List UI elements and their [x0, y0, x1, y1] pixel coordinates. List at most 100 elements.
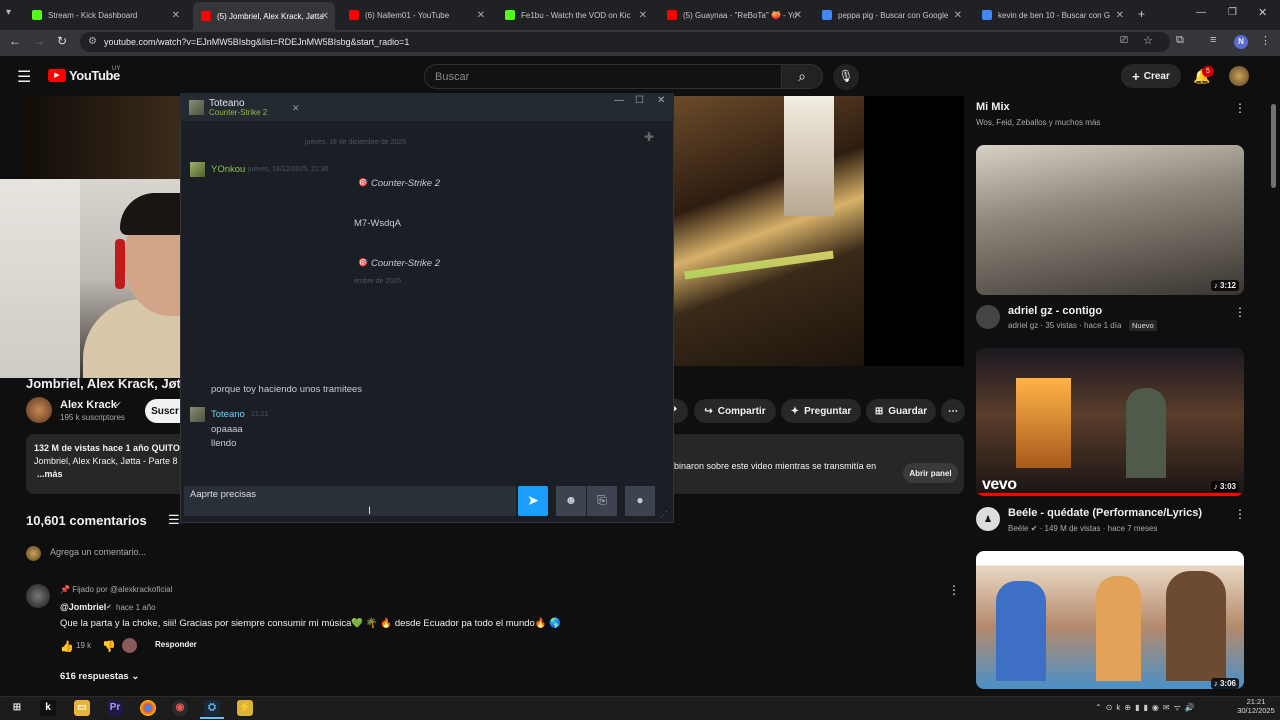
tab-search-icon[interactable]: ▾ [6, 7, 22, 23]
video-thumbnail[interactable]: ♪ 3:12 [976, 145, 1244, 295]
bookmark-star-icon[interactable]: ☆ [1143, 34, 1153, 47]
author-avatar[interactable] [190, 407, 205, 422]
steam-icon[interactable]: ⛭ [204, 700, 220, 716]
replies-toggle[interactable]: 616 respuestas ⌄ [60, 671, 139, 682]
share-button[interactable]: ↪ Compartir [694, 399, 776, 423]
video-title[interactable]: Beéle - quédate (Performance/Lyrics) [1008, 507, 1202, 519]
system-tray-icons[interactable]: ⌃⊙k⊕▮▮◉✉ᯤ🔊 [1095, 702, 1199, 713]
attach-button[interactable]: ⎘ [587, 486, 617, 516]
open-panel-button[interactable]: Abrir panel [903, 463, 958, 483]
verified-icon: ✔ [115, 400, 122, 409]
comment-author-avatar[interactable] [26, 584, 50, 608]
friend-avatar[interactable] [190, 162, 205, 177]
video-thumbnail[interactable]: vevo ♪ 3:03 [976, 348, 1244, 496]
more-actions-button[interactable]: ⋯ [941, 399, 965, 423]
create-button[interactable]: + Crear [1121, 64, 1181, 88]
sort-comments-icon[interactable]: ☰ [168, 512, 180, 528]
plus-icon: + [1132, 68, 1140, 84]
browser-tab[interactable]: (5) Jombriel, Alex Krack, Jøtta - ✕ [193, 2, 335, 30]
browser-tab[interactable]: (6) Nallem01 - YouTube ✕ [341, 4, 491, 26]
forward-icon[interactable]: → [33, 34, 45, 48]
close-tab-icon[interactable]: ✕ [477, 10, 485, 21]
browser-menu-icon[interactable]: ⋮ [1260, 34, 1271, 47]
friend-name[interactable]: YOnkou [211, 164, 245, 175]
channel-avatar[interactable] [976, 305, 1000, 329]
address-bar[interactable]: ⚙ youtube.com/watch?v=EJnMW5BIsbg&list=R… [80, 32, 1170, 52]
chat-message-input[interactable]: Aaprte precisas [184, 486, 516, 516]
mix-title[interactable]: Mi Mix [976, 101, 1010, 113]
subscribe-button[interactable]: Suscr [145, 399, 185, 423]
maximize-icon[interactable]: ❐ [1228, 7, 1237, 18]
contact-avatar[interactable] [189, 100, 204, 115]
clock[interactable]: 21:21 30/12/2025 [1236, 697, 1276, 715]
video-thumbnail[interactable]: ♪ 3:06 [976, 551, 1244, 689]
comment-author[interactable]: @Jombriel [60, 602, 106, 612]
ask-button[interactable]: ✦ Preguntar [781, 399, 861, 423]
browser-tab[interactable]: (5) Guaynaa - "ReBoTa" 🍑 - Yo ✕ [659, 4, 808, 26]
video-title[interactable]: adriel gz - contigo [1008, 305, 1102, 317]
close-tab-icon[interactable]: ✕ [639, 10, 647, 21]
close-tab-icon[interactable]: ✕ [954, 10, 962, 21]
file-explorer-icon[interactable]: ▭ [74, 700, 90, 716]
video-channel[interactable]: Beéle [1008, 524, 1028, 533]
menu-icon[interactable]: ☰ [17, 67, 31, 87]
message-author[interactable]: Toteano [211, 409, 245, 420]
cast-icon[interactable]: ⎚ [1120, 35, 1128, 46]
send-message-button[interactable]: ➤ [518, 486, 548, 516]
channel-avatar[interactable] [26, 397, 52, 423]
obs-icon[interactable]: ◉ [172, 700, 188, 716]
show-more-link[interactable]: ...más [37, 469, 63, 479]
chat-close-icon[interactable]: ✕ [657, 95, 665, 106]
like-icon[interactable]: 👍 [60, 640, 74, 653]
emoticon-button[interactable]: ☻ [556, 486, 586, 516]
youtube-logo-icon[interactable]: ▶ [48, 69, 66, 82]
browser-tab[interactable]: Fe1bu - Watch the VOD on Kic ✕ [497, 4, 653, 26]
mix-options-icon[interactable]: ⋮ [1234, 101, 1246, 115]
video-options-icon[interactable]: ⋮ [1234, 507, 1246, 521]
profile-avatar[interactable]: N [1234, 35, 1248, 49]
video-options-icon[interactable]: ⋮ [1234, 305, 1246, 319]
kick-app-icon[interactable]: k [40, 700, 56, 716]
video-channel[interactable]: adriel gz [1008, 321, 1038, 330]
app-icon[interactable]: ⚡ [237, 700, 253, 716]
reload-icon[interactable]: ↻ [57, 34, 67, 48]
close-tab-icon[interactable]: ✕ [172, 10, 180, 21]
chrome-icon[interactable] [140, 700, 156, 716]
browser-tab[interactable]: kevin de ben 10 - Buscar con G ✕ [974, 4, 1130, 26]
chat-minimize-icon[interactable]: — [614, 95, 624, 106]
browser-tab[interactable]: Stream - Kick Dashboard ✕ [24, 4, 186, 26]
close-tab-icon[interactable]: ✕ [794, 10, 802, 21]
search-input[interactable]: Buscar [424, 64, 782, 89]
voice-search-icon[interactable]: 🎙 [833, 64, 859, 90]
search-icon[interactable]: ⌕ [781, 64, 823, 89]
game-invite-2[interactable]: Counter-Strike 2 [371, 258, 440, 269]
close-chat-tab-icon[interactable]: ✕ [292, 103, 300, 114]
game-invite-1[interactable]: Counter-Strike 2 [371, 178, 440, 189]
close-window-icon[interactable]: ✕ [1258, 6, 1267, 19]
save-button[interactable]: ⊞ Guardar [866, 399, 936, 423]
chat-maximize-icon[interactable]: ☐ [635, 95, 644, 106]
close-tab-icon[interactable]: ✕ [1116, 10, 1124, 21]
channel-avatar[interactable]: ♟ [976, 507, 1000, 531]
new-tab-icon[interactable]: + [1138, 7, 1145, 21]
voice-button[interactable]: ● [625, 486, 655, 516]
dislike-icon[interactable]: 👎 [102, 640, 116, 653]
page-scrollbar[interactable] [1271, 104, 1276, 188]
site-info-icon[interactable]: ⚙ [88, 36, 97, 47]
comment-options-icon[interactable]: ⋮ [948, 583, 960, 597]
back-icon[interactable]: ← [9, 34, 21, 48]
account-avatar[interactable] [1229, 66, 1249, 86]
close-tab-icon[interactable]: ✕ [321, 11, 329, 22]
extensions-icon[interactable]: ⧉ [1176, 34, 1184, 47]
resize-grip-icon[interactable]: ⋰ [660, 510, 668, 519]
add-comment-input[interactable]: Agrega un comentario... [50, 547, 146, 557]
browser-tab[interactable]: peppa pig - Buscar con Google ✕ [814, 4, 968, 26]
minimize-icon[interactable]: — [1196, 7, 1206, 18]
reply-button[interactable]: Responder [155, 640, 197, 649]
media-controls-icon[interactable]: ≡ [1210, 34, 1216, 46]
channel-name[interactable]: Alex Krack [60, 399, 117, 411]
start-icon[interactable]: ⊞ [9, 700, 25, 716]
premiere-icon[interactable]: Pr [107, 700, 123, 716]
add-friend-icon[interactable]: ✚ [644, 130, 654, 144]
comment-time[interactable]: hace 1 año [116, 603, 156, 612]
